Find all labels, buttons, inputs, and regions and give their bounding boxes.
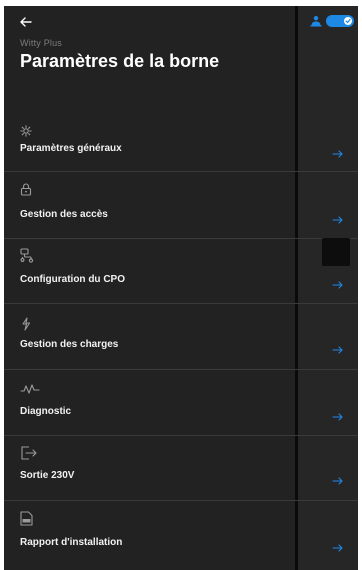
arrow-right-icon: [332, 540, 344, 552]
lock-icon: [20, 183, 34, 197]
app-screen: Witty Plus Paramètres de la borne Paramè…: [4, 6, 358, 570]
menu-item-label: Gestion des accès: [20, 209, 108, 220]
menu-item-gestion-des-charges[interactable]: Gestion des charges: [4, 304, 358, 369]
arrow-right-icon: [332, 277, 344, 289]
menu-item-label: Gestion des charges: [20, 339, 119, 350]
arrow-right-icon: [332, 212, 344, 224]
network-icon: [20, 248, 34, 263]
menu-item-rapport-installation[interactable]: Rapport d'installation: [4, 501, 358, 566]
gear-icon: [20, 124, 34, 138]
arrow-right-icon: [332, 473, 344, 485]
menu-item-label: Paramètres généraux: [20, 143, 122, 154]
check-icon: [345, 18, 351, 24]
menu-item-parametres-generaux[interactable]: Paramètres généraux: [4, 114, 358, 179]
plug-out-icon: [20, 446, 38, 460]
menu-item-label: Diagnostic: [20, 406, 72, 417]
person-icon[interactable]: [310, 14, 322, 27]
online-toggle[interactable]: [326, 15, 354, 27]
lightning-icon: [20, 317, 34, 331]
menu-item-diagnostic[interactable]: Diagnostic: [4, 370, 358, 435]
device-name: Witty Plus: [20, 38, 63, 48]
edge-notch: [0, 114, 4, 180]
arrow-right-icon: [332, 146, 344, 158]
back-arrow-icon[interactable]: [20, 14, 40, 30]
menu-item-configuration-cpo[interactable]: Configuration du CPO: [4, 239, 358, 304]
arrow-right-icon: [332, 409, 344, 421]
menu-item-gestion-des-acces[interactable]: Gestion des accès: [4, 172, 358, 237]
menu-item-label: Sortie 230V: [20, 470, 75, 481]
overlay-square: [322, 238, 350, 266]
arrow-right-icon: [332, 342, 344, 354]
menu-item-label: Rapport d'installation: [20, 537, 123, 548]
pdf-document-icon: [20, 511, 34, 526]
status-bar: [310, 14, 356, 28]
menu-item-label: Configuration du CPO: [20, 274, 125, 285]
menu-item-sortie-230v[interactable]: Sortie 230V: [4, 436, 358, 501]
pulse-icon: [20, 382, 40, 396]
page-title: Paramètres de la borne: [20, 51, 220, 71]
